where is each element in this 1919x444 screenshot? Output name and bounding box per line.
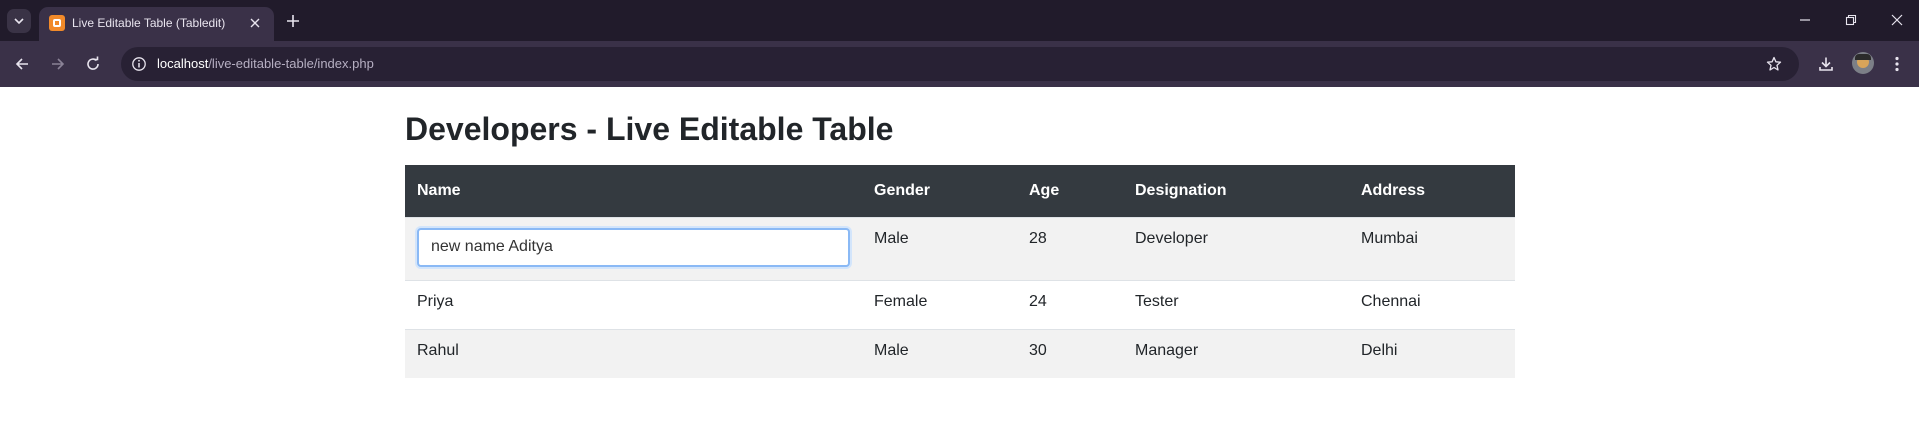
gender-cell[interactable]: Male (862, 216, 1017, 280)
minimize-button[interactable] (1790, 7, 1820, 33)
address-cell[interactable]: Chennai (1349, 279, 1515, 329)
tab-strip: Live Editable Table (Tabledit) (0, 0, 1919, 41)
table-row: Priya Female 24 Tester Chennai (405, 279, 1515, 329)
name-cell[interactable]: Priya (405, 279, 862, 329)
table-header-row: Name Gender Age Designation Address (405, 165, 1515, 217)
name-cell[interactable]: Rahul (405, 328, 862, 378)
designation-cell[interactable]: Tester (1123, 279, 1349, 329)
chevron-down-icon (14, 18, 24, 25)
site-info-button[interactable] (129, 54, 149, 74)
arrow-right-icon (52, 58, 65, 70)
plus-icon (287, 15, 299, 27)
bookmark-button[interactable] (1763, 53, 1785, 75)
minimize-icon (1800, 19, 1810, 21)
downloads-button[interactable] (1812, 50, 1840, 78)
download-icon (1819, 57, 1833, 71)
xampp-favicon-icon (49, 15, 65, 31)
header-address: Address (1349, 165, 1515, 217)
close-icon (250, 18, 260, 28)
active-tab[interactable]: Live Editable Table (Tabledit) (39, 7, 274, 41)
age-cell[interactable]: 24 (1017, 279, 1123, 329)
close-icon (1891, 14, 1903, 26)
table-row: Rahul Male 30 Manager Delhi (405, 328, 1515, 378)
browser-toolbar: localhost/live-editable-table/index.php (0, 41, 1919, 87)
more-vertical-icon (1895, 56, 1899, 72)
profile-avatar[interactable] (1852, 52, 1874, 74)
star-icon (1766, 56, 1782, 71)
tab-title: Live Editable Table (Tabledit) (72, 16, 226, 30)
gender-cell[interactable]: Male (862, 328, 1017, 378)
restore-button[interactable] (1836, 7, 1866, 33)
age-cell[interactable]: 30 (1017, 328, 1123, 378)
table-row: Male 28 Developer Mumbai (405, 216, 1515, 280)
page-title: Developers - Live Editable Table (405, 111, 894, 147)
header-name: Name (405, 165, 862, 217)
reload-button[interactable] (79, 50, 107, 78)
tab-search-button[interactable] (7, 9, 31, 33)
back-button[interactable] (8, 50, 36, 78)
header-gender: Gender (862, 165, 1017, 217)
forward-button[interactable] (44, 50, 72, 78)
reload-icon (87, 56, 99, 70)
developers-table: Name Gender Age Designation Address Male… (405, 165, 1515, 378)
designation-cell[interactable]: Manager (1123, 328, 1349, 378)
close-window-button[interactable] (1882, 7, 1912, 33)
menu-button[interactable] (1883, 50, 1911, 78)
header-age: Age (1017, 165, 1123, 217)
name-edit-input[interactable] (417, 227, 850, 267)
page-content: Developers - Live Editable Table Name Ge… (0, 87, 1919, 444)
arrow-left-icon (15, 58, 28, 70)
address-cell[interactable]: Mumbai (1349, 216, 1515, 280)
address-bar[interactable]: localhost/live-editable-table/index.php (121, 47, 1799, 81)
header-designation: Designation (1123, 165, 1349, 217)
name-cell[interactable] (405, 216, 862, 280)
new-tab-button[interactable] (281, 9, 305, 33)
gender-cell[interactable]: Female (862, 279, 1017, 329)
url-path: /live-editable-table/index.php (208, 56, 374, 71)
url-host: localhost (157, 56, 209, 71)
age-cell[interactable]: 28 (1017, 216, 1123, 280)
info-icon (132, 57, 146, 71)
designation-cell[interactable]: Developer (1123, 216, 1349, 280)
address-cell[interactable]: Delhi (1349, 328, 1515, 378)
tab-close-button[interactable] (246, 14, 264, 32)
url-text: localhost/live-editable-table/index.php (157, 56, 374, 71)
restore-icon (1845, 14, 1857, 26)
